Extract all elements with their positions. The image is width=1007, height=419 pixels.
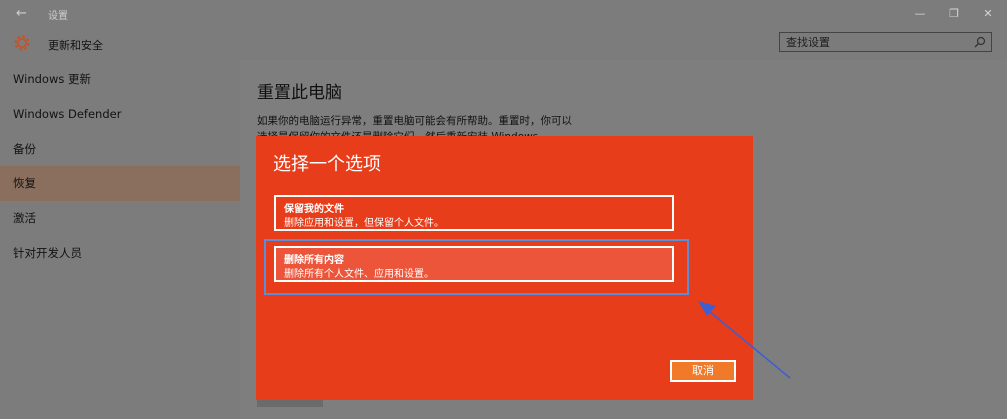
settings-header: 更新和安全 (0, 28, 1007, 60)
maximize-icon[interactable]: ❐ (946, 6, 962, 22)
option-description: 删除应用和设置，但保留个人文件。 (284, 218, 444, 229)
back-arrow-icon[interactable]: ← (16, 6, 32, 22)
section-title: 更新和安全 (48, 39, 103, 52)
dialog-title: 选择一个选项 (273, 154, 381, 175)
minimize-icon[interactable]: — (912, 6, 928, 22)
sidebar-item-for-developers[interactable]: 针对开发人员 (0, 236, 240, 271)
annotation-arrow-icon (698, 301, 791, 379)
window-title: 设置 (48, 11, 68, 22)
page-title: 重置此电脑 (257, 83, 342, 103)
selection-highlight (264, 239, 689, 295)
sidebar-item-windows-update[interactable]: Windows 更新 (0, 62, 240, 97)
gear-icon (14, 35, 30, 51)
sidebar: Windows 更新 Windows Defender 备份 恢复 激活 针对开… (0, 60, 240, 419)
keep-my-files-option[interactable]: 保留我的文件 删除应用和设置，但保留个人文件。 (274, 195, 674, 231)
search-box[interactable] (779, 32, 992, 52)
search-input[interactable] (786, 34, 966, 50)
sidebar-item-recovery[interactable]: 恢复 (0, 166, 240, 201)
sidebar-item-activation[interactable]: 激活 (0, 201, 240, 236)
search-icon[interactable] (973, 35, 987, 49)
close-icon[interactable]: ✕ (980, 6, 996, 22)
title-bar: ← 设置 — ❐ ✕ (0, 0, 1007, 28)
sidebar-item-windows-defender[interactable]: Windows Defender (0, 97, 240, 132)
option-title: 保留我的文件 (284, 204, 344, 215)
sidebar-item-backup[interactable]: 备份 (0, 132, 240, 167)
